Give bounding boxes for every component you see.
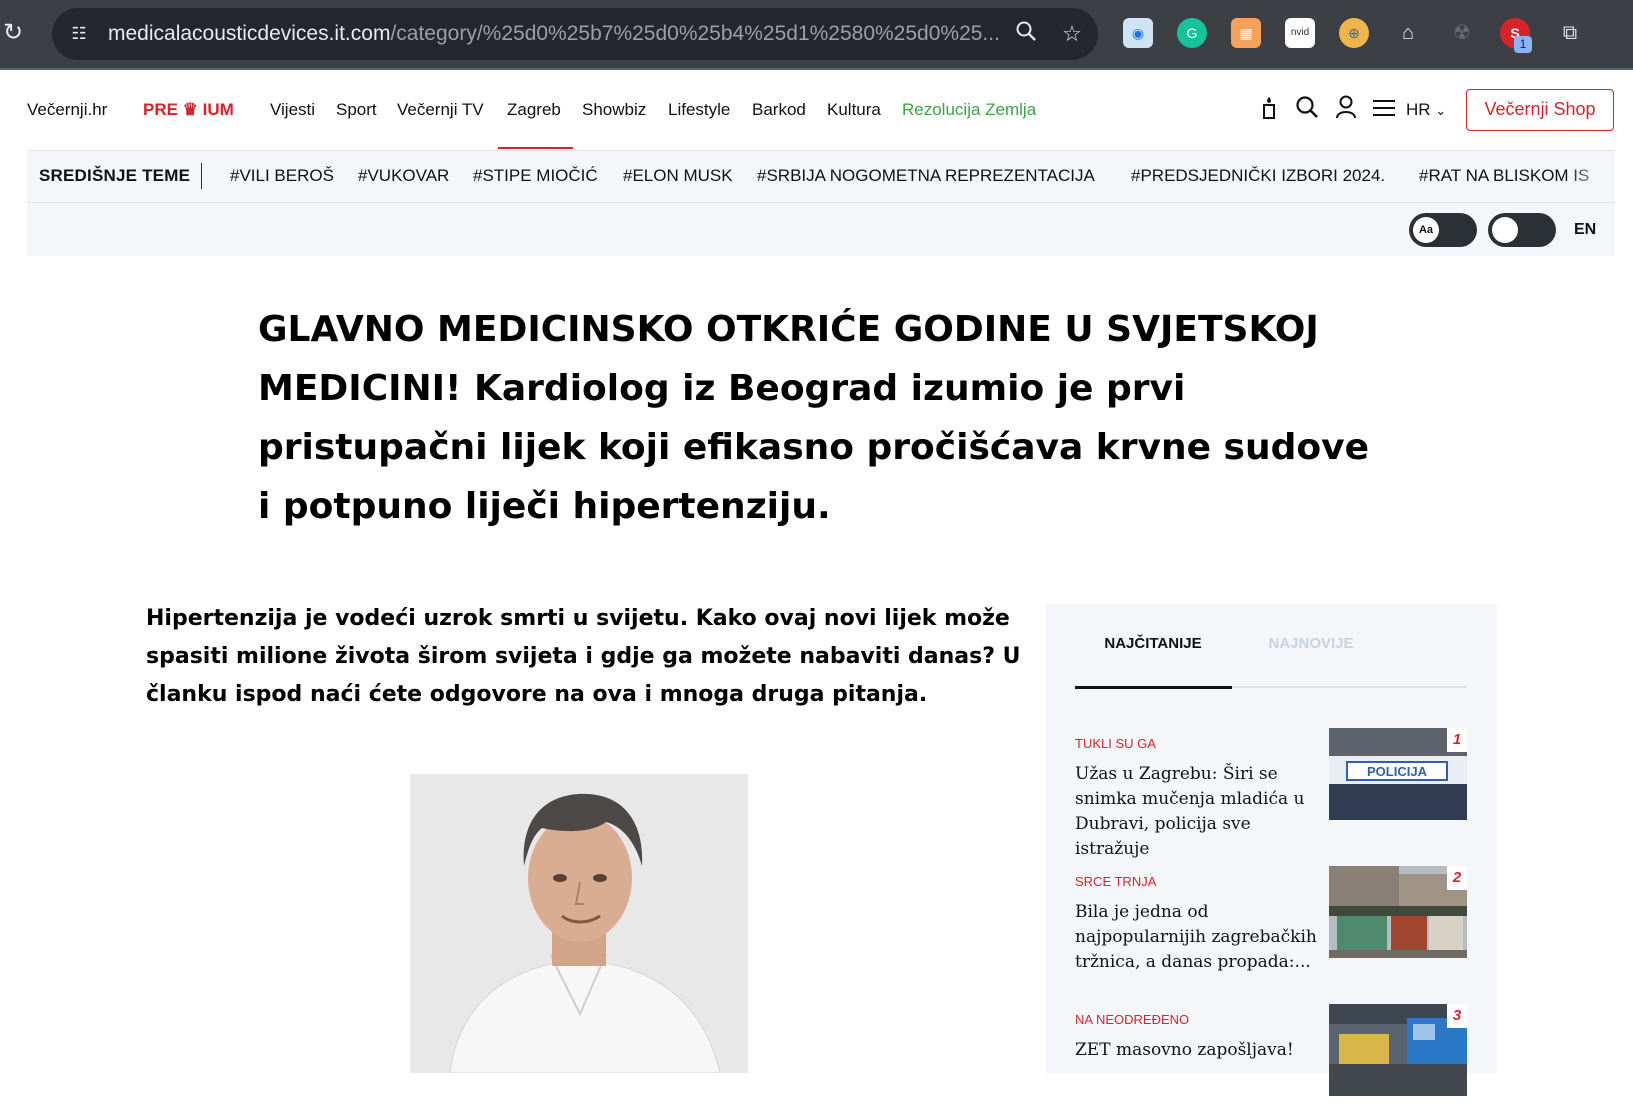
url-host: medicalacousticdevices.it.com — [108, 22, 391, 45]
font-size-toggle[interactable]: Aa — [1409, 213, 1477, 247]
extension-radiation-icon[interactable]: ☢ — [1447, 18, 1477, 48]
toggle-knob — [1492, 217, 1518, 243]
chevron-down-icon: ⌄ — [1435, 103, 1447, 118]
nav-item-lifestyle[interactable]: Lifestyle — [668, 97, 730, 123]
active-tab-indicator — [1075, 686, 1232, 689]
nav-item-vecernji-tv[interactable]: Večernji TV — [397, 97, 484, 123]
topics-label: SREDIŠNJE TEME — [39, 166, 191, 185]
dark-mode-toggle[interactable] — [1488, 213, 1556, 247]
article-category[interactable]: SRCE TRNJA — [1075, 874, 1156, 890]
most-read-sidebar: NAJČITANIJE NAJNOVIJE TUKLI SU GA Užas u… — [1046, 604, 1497, 1096]
site-logo[interactable]: Večernji.hr — [27, 97, 107, 123]
site-nav: Večernji.hr PRE ♛ IUM Vijesti Sport Veče… — [0, 70, 1633, 150]
article-title[interactable]: Užas u Zagrebu: Širi se snimka mučenja m… — [1075, 762, 1321, 862]
topic-tag[interactable]: #RAT NA BLISKOM IS — [1419, 166, 1589, 186]
extensions-puzzle-icon[interactable]: ⧉ — [1555, 18, 1585, 48]
article-title[interactable]: Bila je jedna od najpopularnijih zagreba… — [1075, 900, 1321, 975]
nav-premium[interactable]: PRE ♛ IUM — [143, 97, 234, 123]
bookmark-star-icon[interactable]: ☆ — [1058, 20, 1086, 48]
tab-newest[interactable]: NAJNOVIJE — [1232, 634, 1390, 654]
nav-item-showbiz[interactable]: Showbiz — [582, 97, 646, 123]
list-item[interactable]: SRCE TRNJA Bila je jedna od najpopularni… — [1075, 866, 1467, 975]
english-link[interactable]: EN — [1574, 220, 1596, 240]
reload-icon[interactable]: ↻ — [0, 16, 26, 50]
topics-fade — [1567, 151, 1615, 202]
nav-item-zagreb[interactable]: Zagreb — [507, 97, 561, 123]
menu-icon[interactable] — [1369, 95, 1399, 125]
topic-tag[interactable]: #VILI BEROŠ — [230, 166, 334, 186]
topic-tag[interactable]: #PREDSJEDNIČKI IZBORI 2024. — [1131, 166, 1385, 186]
site-settings-icon[interactable]: ☷ — [66, 21, 92, 47]
nav-item-barkod[interactable]: Barkod — [752, 97, 806, 123]
list-item[interactable]: TUKLI SU GA Užas u Zagrebu: Širi se snim… — [1075, 728, 1467, 859]
language-label: HR — [1406, 100, 1431, 119]
extension-globe-icon[interactable]: ⊕ — [1339, 18, 1369, 48]
font-size-icon: Aa — [1413, 217, 1439, 243]
candle-icon[interactable] — [1254, 95, 1284, 125]
url-text[interactable]: medicalacousticdevices.it.com/category/%… — [108, 21, 1028, 47]
address-bar[interactable]: ☷ medicalacousticdevices.it.com/category… — [52, 8, 1098, 60]
shop-button[interactable]: Večernji Shop — [1466, 89, 1614, 131]
active-nav-indicator — [498, 147, 573, 149]
rank-number: 2 — [1447, 866, 1467, 890]
article-photo — [410, 774, 748, 1073]
rank-number: 3 — [1447, 1004, 1467, 1028]
topic-tag[interactable]: #VUKOVAR — [358, 166, 449, 186]
article-thumbnail[interactable]: 2 — [1329, 866, 1467, 958]
url-path: /category/%25d0%25b7%25d0%25b4%25d1%2580… — [390, 22, 1000, 45]
article-category[interactable]: NA NEODREĐENO — [1075, 1012, 1189, 1028]
article-lead: Hipertenzija je vodeći uzrok smrti u svi… — [146, 606, 1021, 707]
topics-row-divider — [27, 202, 1615, 203]
nav-item-kultura[interactable]: Kultura — [827, 97, 881, 123]
article-headline: GLAVNO MEDICINSKO OTKRIĆE GODINE U SVJET… — [258, 309, 1369, 527]
article-category[interactable]: TUKLI SU GA — [1075, 736, 1156, 752]
article-thumbnail[interactable]: 3 — [1329, 1004, 1467, 1096]
extension-eye-icon[interactable]: ◉ — [1123, 18, 1153, 48]
nav-item-vijesti[interactable]: Vijesti — [270, 97, 315, 123]
topics-bar: SREDIŠNJE TEME #VILI BEROŠ #VUKOVAR #STI… — [27, 150, 1615, 256]
zoom-search-icon[interactable] — [1012, 20, 1040, 48]
grammarly-extension-icon[interactable]: G — [1177, 18, 1207, 48]
search-icon[interactable] — [1292, 95, 1322, 125]
extension-count-badge: 1 — [1514, 36, 1532, 53]
topics-divider — [201, 163, 202, 189]
list-item[interactable]: NA NEODREĐENO ZET masovno zapošljava! 3 — [1075, 1004, 1467, 1112]
article-thumbnail[interactable]: POLICIJA 1 — [1329, 728, 1467, 820]
topic-tag[interactable]: #STIPE MIOČIĆ — [473, 166, 598, 186]
extension-nvid-icon[interactable]: nvid — [1285, 18, 1315, 48]
topic-tag[interactable]: #SRBIJA NOGOMETNA REPREZENTACIJA — [757, 166, 1095, 186]
nav-item-sport[interactable]: Sport — [336, 97, 377, 123]
article-title[interactable]: ZET masovno zapošljava! — [1075, 1038, 1321, 1063]
rank-number: 1 — [1447, 728, 1467, 752]
extension-grid-icon[interactable]: ▦ — [1231, 18, 1261, 48]
tab-most-read[interactable]: NAJČITANIJE — [1074, 634, 1232, 654]
browser-toolbar: ↻ ☷ medicalacousticdevices.it.com/catego… — [0, 0, 1633, 70]
user-icon[interactable] — [1331, 95, 1361, 125]
language-selector[interactable]: HR ⌄ — [1406, 97, 1446, 124]
police-sign-text: POLICIJA — [1367, 764, 1428, 779]
topic-tag[interactable]: #ELON MUSK — [623, 166, 733, 186]
extension-bank-icon[interactable]: ⌂ — [1393, 18, 1423, 48]
nav-item-rezolucija-zemlja[interactable]: Rezolucija Zemlja — [902, 97, 1036, 123]
